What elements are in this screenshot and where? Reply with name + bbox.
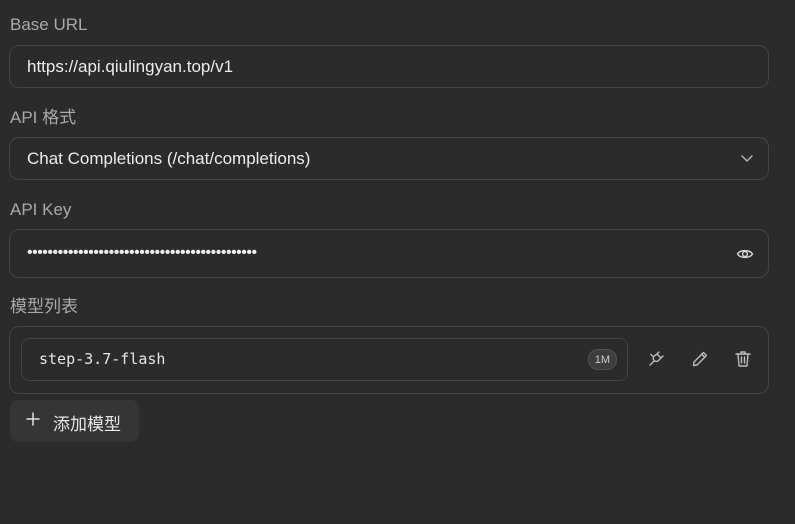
models-label: 模型列表: [10, 297, 78, 316]
plug-icon[interactable]: [646, 349, 666, 369]
base-url-value[interactable]: https://api.qiulingyan.top/v1: [27, 57, 233, 77]
base-url-label: Base URL: [10, 15, 88, 34]
chevron-down-icon[interactable]: [740, 151, 754, 165]
model-item[interactable]: step-3.7-flash 1M: [21, 338, 628, 381]
api-key-masked[interactable]: ••••••••••••••••••••••••••••••••••••••••…: [27, 244, 257, 262]
api-format-selected[interactable]: Chat Completions (/chat/completions): [27, 149, 310, 169]
trash-icon[interactable]: [733, 349, 753, 369]
api-settings-panel: Base URL https://api.qiulingyan.top/v1 A…: [0, 0, 795, 524]
api-key-label: API Key: [10, 200, 72, 219]
api-format-select[interactable]: Chat Completions (/chat/completions): [9, 137, 769, 180]
base-url-input[interactable]: https://api.qiulingyan.top/v1: [9, 45, 769, 88]
model-list: step-3.7-flash 1M: [9, 326, 769, 394]
plus-icon: [26, 412, 40, 426]
add-model-label: 添加模型: [53, 415, 121, 434]
context-badge: 1M: [587, 349, 617, 370]
eye-icon[interactable]: [736, 245, 754, 263]
model-name: step-3.7-flash: [39, 350, 166, 368]
api-format-label: API 格式: [10, 108, 77, 127]
add-model-button[interactable]: 添加模型: [10, 400, 139, 442]
pencil-icon[interactable]: [690, 349, 710, 369]
api-key-input[interactable]: ••••••••••••••••••••••••••••••••••••••••…: [9, 229, 769, 278]
